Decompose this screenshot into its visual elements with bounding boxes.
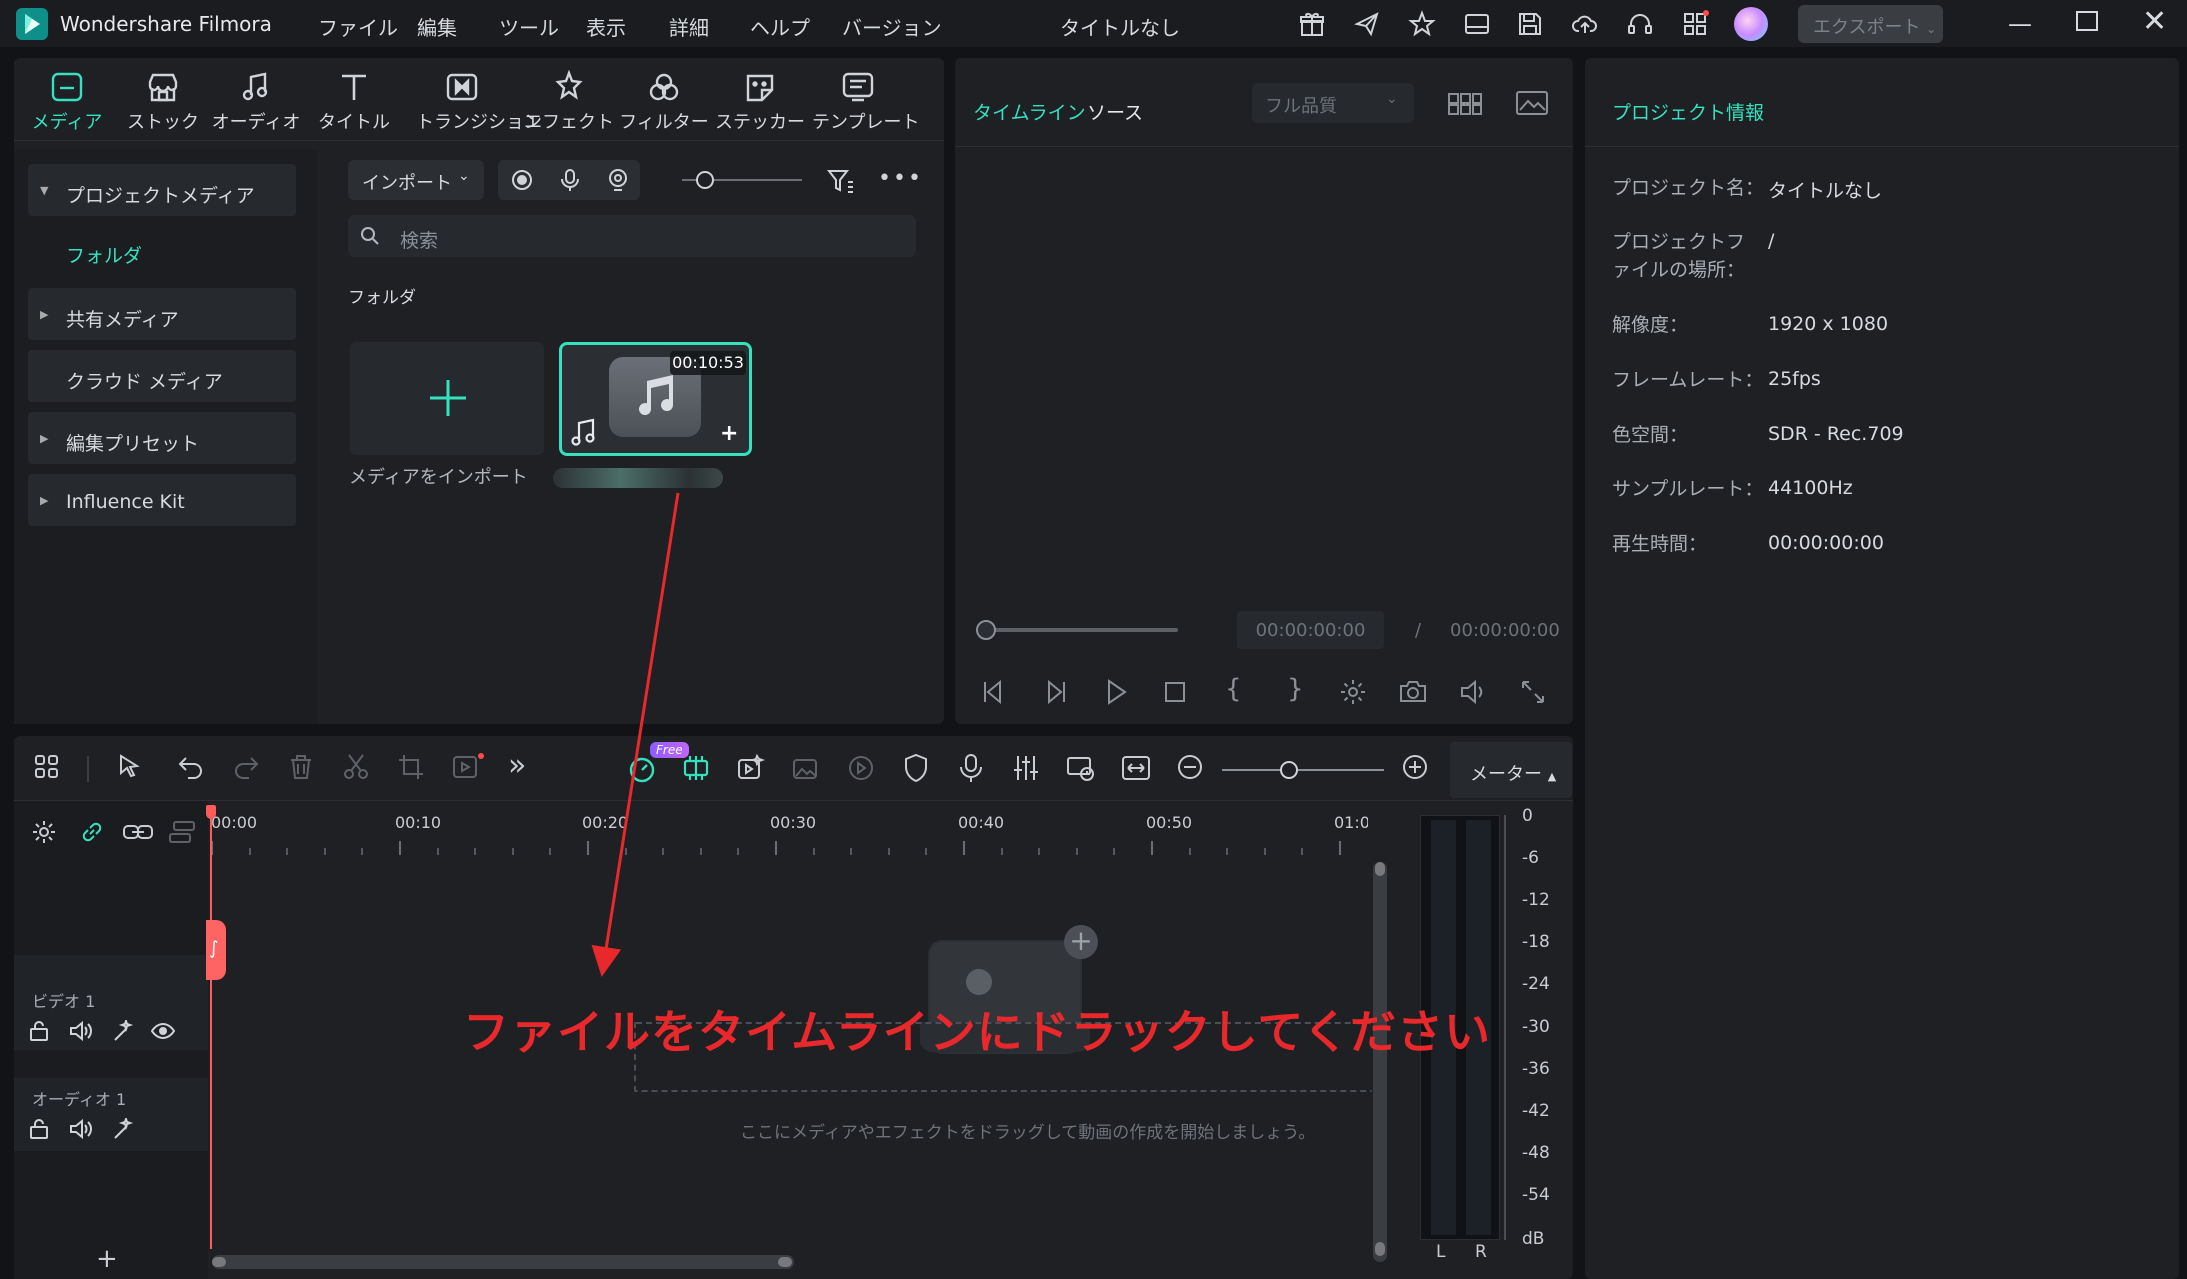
annotation-text: ファイルをタイムラインにドラックしてください xyxy=(463,1005,1492,1059)
drag-arrow xyxy=(591,492,680,977)
